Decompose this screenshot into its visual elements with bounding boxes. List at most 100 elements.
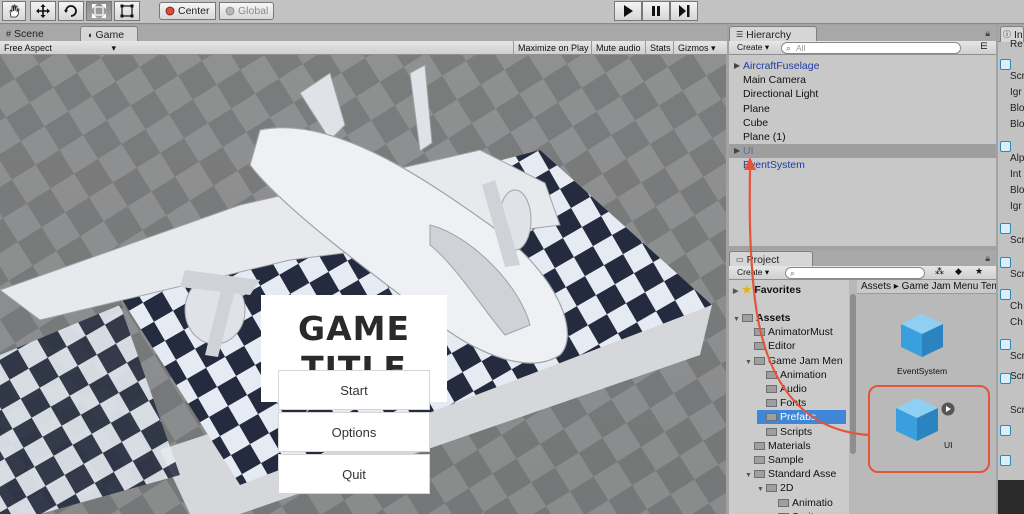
hierarchy-item[interactable]: EventSystem — [729, 158, 996, 172]
project-tree-scrollbar[interactable] — [849, 280, 857, 514]
breadcrumb-current-folder[interactable]: Game Jam Menu Tem — [902, 281, 996, 292]
project-folder-item[interactable]: Materials — [745, 439, 811, 453]
play-icon — [624, 5, 633, 17]
project-folder-item[interactable]: Scripts — [757, 425, 812, 439]
hierarchy-search-input[interactable]: ⌕ All — [781, 42, 961, 54]
options-button[interactable]: Options — [278, 412, 430, 452]
inspector-field-label: Scr — [1010, 71, 1024, 82]
game-view[interactable]: GAME TITLE Start Options Quit — [0, 55, 726, 514]
tab-project[interactable]: ▭ Project — [729, 251, 813, 267]
rotate-tool-button[interactable] — [58, 1, 84, 21]
project-folder-item[interactable]: AnimatorMust — [745, 325, 833, 339]
hierarchy-item[interactable]: Plane (1) — [729, 130, 996, 144]
hierarchy-item[interactable]: ▶ AircraftFuselage — [729, 59, 996, 73]
move-icon — [36, 4, 50, 18]
project-folder-item[interactable]: Sample — [745, 453, 804, 467]
filter-type-icon[interactable]: ⁂ — [935, 266, 944, 277]
pivot-center-toggle[interactable]: Center — [159, 2, 216, 20]
hierarchy-item[interactable]: Directional Light — [729, 87, 996, 101]
quit-button[interactable]: Quit — [278, 454, 430, 494]
component-checkbox-icon[interactable] — [1000, 257, 1011, 268]
aspect-dropdown[interactable]: Free Aspect ▾ — [0, 41, 120, 55]
project-folder-item[interactable]: Animation — [757, 368, 827, 382]
mute-audio-toggle[interactable]: Mute audio — [591, 41, 645, 55]
maximize-on-play-toggle[interactable]: Maximize on Play — [513, 41, 593, 55]
project-folder-item[interactable]: Sprites — [769, 510, 825, 514]
pause-button[interactable] — [642, 1, 670, 21]
favorites-row[interactable]: ▶ ★ Favorites — [733, 283, 801, 297]
pacman-icon: ◖ — [87, 29, 93, 40]
breadcrumb-assets[interactable]: Assets — [861, 281, 891, 292]
expand-arrow-icon[interactable]: ▼ — [745, 356, 754, 370]
scene-filter-icon[interactable]: ⋿ — [980, 41, 988, 52]
component-checkbox-icon[interactable] — [1000, 373, 1011, 384]
rect-tool-button[interactable] — [114, 1, 140, 21]
game-title-line-1: GAME — [297, 308, 410, 348]
project-folder-item[interactable]: ▼ Game Jam Men — [745, 354, 843, 368]
tab-game[interactable]: ◖ Game — [80, 26, 138, 42]
expand-arrow-icon[interactable]: ▼ — [757, 483, 766, 497]
hierarchy-create-button[interactable]: Create ▾ — [737, 41, 769, 53]
scale-tool-button[interactable] — [86, 1, 112, 21]
lock-icon[interactable]: 🔒︎ — [985, 253, 990, 264]
start-button[interactable]: Start — [278, 370, 430, 410]
hierarchy-item[interactable]: Main Camera — [729, 73, 996, 87]
expand-arrow-icon[interactable]: ▼ — [733, 313, 742, 327]
play-button[interactable] — [614, 1, 642, 21]
project-folder-item[interactable]: ▼ Standard Asse — [745, 467, 836, 481]
hierarchy-item-label: Main Camera — [743, 74, 807, 87]
step-button[interactable] — [670, 1, 698, 21]
component-checkbox-icon[interactable] — [1000, 141, 1011, 152]
component-checkbox-icon[interactable] — [1000, 59, 1011, 70]
project-folder-label: Game Jam Men — [768, 354, 843, 367]
folder-icon — [766, 399, 777, 408]
tab-hierarchy[interactable]: ☰ Hierarchy — [729, 26, 817, 42]
step-icon — [679, 5, 690, 17]
component-checkbox-icon[interactable] — [1000, 223, 1011, 234]
project-folder-item[interactable]: Animatio — [769, 496, 833, 510]
project-panel: ▭ Project 🔒︎ Create ▾ ⌕ ⁂ ◆ ★ ▶ ★ Favorit… — [729, 250, 996, 514]
asset-eventsystem-prefab[interactable]: EventSystem — [877, 310, 967, 376]
hand-tool-button[interactable] — [2, 1, 26, 21]
maximize-on-play-label: Maximize on Play — [518, 43, 589, 53]
project-search-input[interactable]: ⌕ — [785, 267, 925, 279]
component-checkbox-icon[interactable] — [1000, 339, 1011, 350]
component-checkbox-icon[interactable] — [1000, 425, 1011, 436]
lock-icon[interactable]: 🔒︎ — [985, 28, 990, 39]
gizmos-label: Gizmos — [678, 43, 709, 53]
project-folder-label: Prefabs — [780, 411, 817, 424]
globe-icon — [225, 6, 235, 16]
global-space-toggle[interactable]: Global — [219, 2, 275, 20]
project-folder-item[interactable]: Audio — [757, 382, 807, 396]
project-folder-item[interactable]: Fonts — [757, 396, 806, 410]
component-checkbox-icon[interactable] — [1000, 289, 1011, 300]
stats-toggle[interactable]: Stats — [645, 41, 675, 55]
folder-icon — [754, 470, 765, 479]
expand-arrow-icon[interactable]: ▼ — [745, 469, 754, 483]
prefab-cube-icon — [901, 314, 943, 357]
folder-icon — [754, 328, 765, 337]
project-folder-item[interactable]: ▼ Assets — [733, 311, 790, 325]
project-folder-item[interactable]: ▼ 2D — [757, 481, 793, 495]
gizmos-dropdown[interactable]: Gizmos ▾ — [673, 41, 720, 55]
create-label: Create — [737, 267, 763, 277]
scrollbar-thumb[interactable] — [850, 294, 856, 454]
hierarchy-item[interactable]: Cube — [729, 116, 996, 130]
expand-arrow-icon[interactable]: ▶ — [734, 59, 740, 73]
label-filter-icon[interactable]: ◆ — [955, 266, 962, 277]
star-filter-icon[interactable]: ★ — [975, 266, 983, 277]
project-folder-label: Fonts — [780, 397, 807, 410]
hierarchy-item[interactable]: Plane — [729, 102, 996, 116]
project-folder-item[interactable]: Prefabs — [757, 410, 847, 425]
expand-arrow-icon[interactable]: ▶ — [734, 144, 740, 158]
inspector-field-label: Scr — [1010, 269, 1024, 280]
project-create-button[interactable]: Create ▾ — [737, 266, 769, 278]
folder-icon — [742, 314, 753, 322]
tab-scene[interactable]: # Scene — [0, 26, 50, 42]
hierarchy-item[interactable]: ▶ UI — [729, 144, 996, 159]
component-checkbox-icon[interactable] — [1000, 455, 1011, 466]
pivot-icon — [165, 6, 175, 16]
inspector-field-label: Int — [1010, 169, 1022, 180]
move-tool-button[interactable] — [30, 1, 56, 21]
project-folder-item[interactable]: Editor — [745, 339, 795, 353]
